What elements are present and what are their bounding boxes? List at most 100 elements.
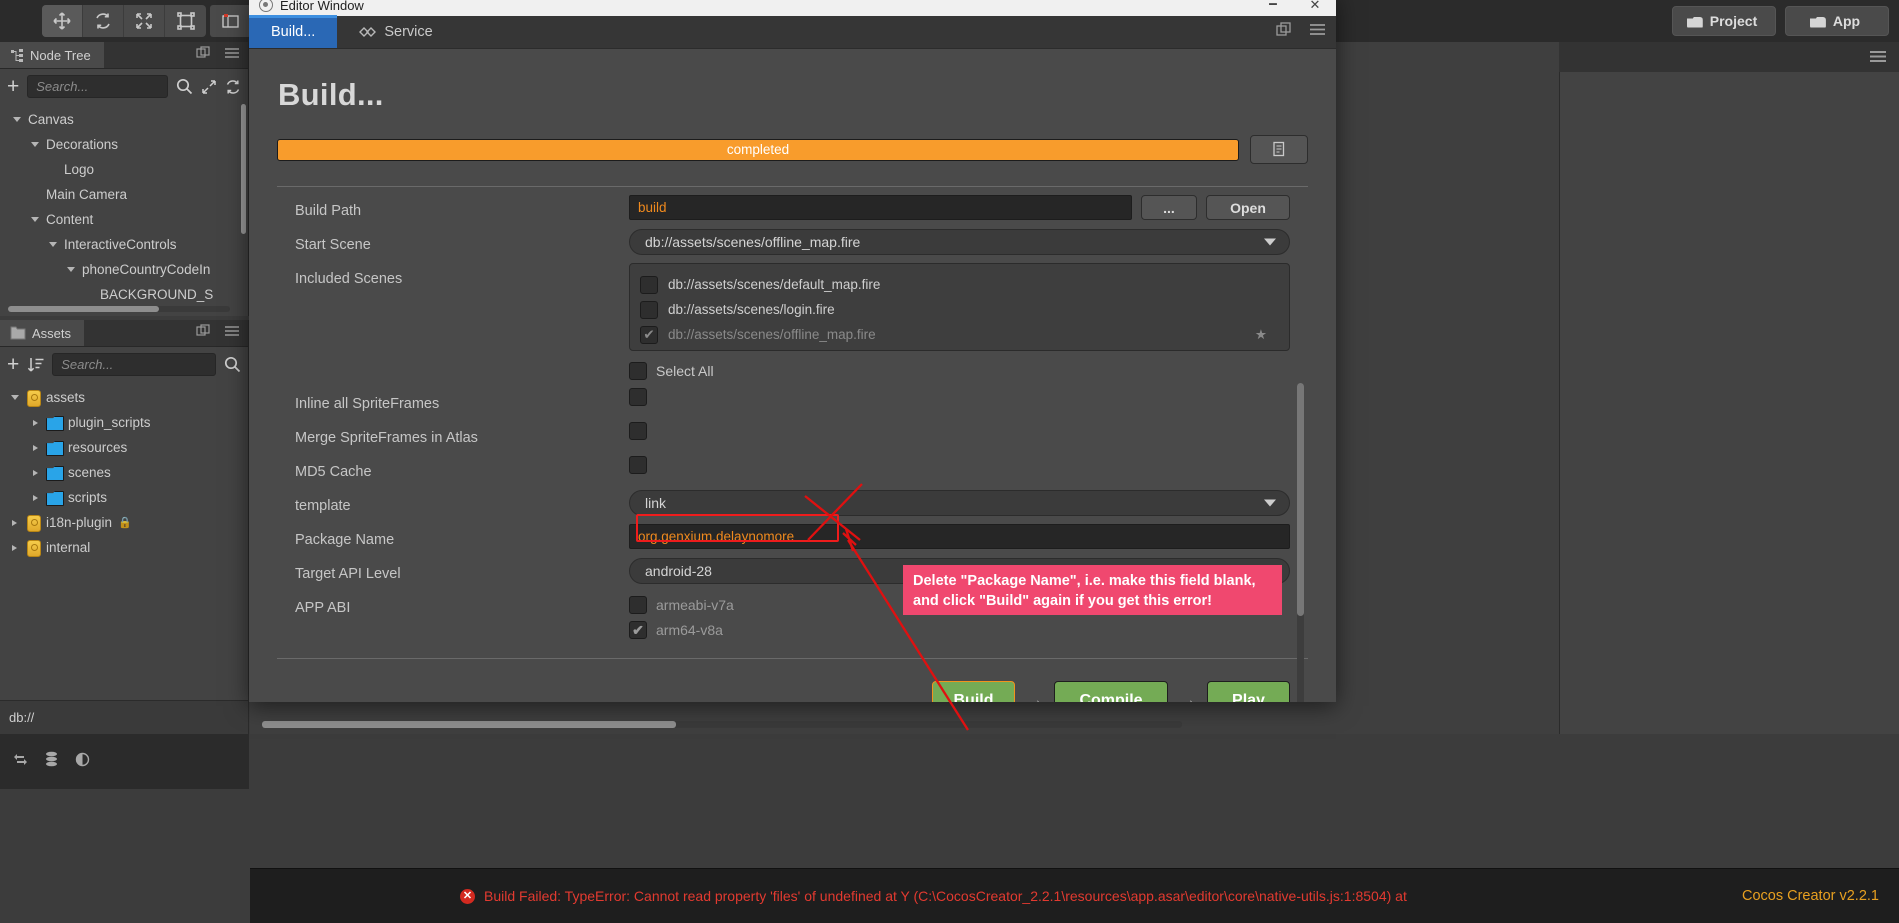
assets-item[interactable]: scripts	[0, 485, 248, 510]
merge-spriteframes-checkbox[interactable]	[629, 422, 647, 440]
node-tree-vertical-scrollbar[interactable]	[241, 104, 246, 234]
build-path-browse-button[interactable]: ...	[1141, 195, 1197, 220]
build-path-input[interactable]: build	[629, 195, 1132, 220]
close-button[interactable]: ✕	[1294, 0, 1336, 16]
node-tree-item[interactable]: Logo	[0, 157, 248, 182]
included-scene-row[interactable]: db://assets/scenes/login.fire	[640, 297, 1279, 322]
expand-icon[interactable]	[201, 79, 217, 95]
hamburger-menu-icon[interactable]	[1869, 49, 1887, 69]
sort-icon[interactable]	[27, 357, 44, 373]
node-tree-item[interactable]: phoneCountryCodeIn	[0, 257, 248, 282]
start-scene-select[interactable]: db://assets/scenes/offline_map.fire	[629, 229, 1290, 255]
assets-item[interactable]: internal	[0, 535, 248, 560]
hamburger-menu-icon[interactable]	[224, 324, 240, 343]
transform-tool-group	[42, 5, 206, 37]
scale-tool-button[interactable]	[124, 5, 165, 37]
rect-transform-tool-button[interactable]	[165, 5, 206, 37]
chevron-down-icon[interactable]	[64, 267, 77, 272]
node-tree-item[interactable]: Canvas	[0, 107, 248, 132]
tab-node-tree[interactable]: Node Tree	[0, 42, 104, 68]
start-scene-star-icon[interactable]: ★	[1255, 327, 1267, 343]
chevron-down-icon[interactable]	[46, 242, 59, 247]
popout-icon[interactable]	[196, 323, 210, 343]
build-path-open-button[interactable]: Open	[1206, 195, 1290, 220]
tab-build[interactable]: Build...	[249, 15, 338, 48]
error-icon: ✕	[460, 888, 475, 904]
select-all-checkbox[interactable]	[629, 361, 647, 380]
node-tree-item[interactable]: Content	[0, 207, 248, 232]
compile-button[interactable]: Compile	[1054, 681, 1168, 702]
assets-item[interactable]: plugin_scripts	[0, 410, 248, 435]
app-abi-option-row[interactable]: ✔ arm64-v8a	[629, 617, 1290, 642]
field-md5-cache: MD5 Cache	[277, 456, 1308, 490]
rotate-tool-button[interactable]	[83, 5, 124, 37]
node-tree-item[interactable]: Decorations	[0, 132, 248, 157]
eye-icon[interactable]	[74, 752, 91, 772]
hamburger-menu-icon[interactable]	[1309, 22, 1326, 42]
tab-service[interactable]: Service	[337, 16, 454, 48]
app-abi-checkbox[interactable]	[629, 595, 647, 614]
node-tree-horizontal-scrollbar[interactable]	[8, 306, 230, 312]
chevron-down-icon[interactable]	[28, 142, 41, 147]
node-tree-item[interactable]: BACKGROUND_S	[0, 282, 248, 307]
tab-assets[interactable]: Assets	[0, 320, 85, 346]
sync-icon[interactable]	[12, 751, 29, 773]
included-scene-checkbox[interactable]	[640, 300, 658, 319]
play-button[interactable]: Play	[1207, 681, 1290, 702]
node-tree-search-input[interactable]: Search...	[27, 75, 168, 98]
assets-item[interactable]: resources	[0, 435, 248, 460]
minimize-button[interactable]: 🗕	[1252, 0, 1294, 16]
included-scene-checkbox[interactable]	[640, 275, 658, 294]
included-scene-checkbox[interactable]: ✔	[640, 325, 658, 344]
included-scenes-label: Included Scenes	[295, 271, 403, 287]
included-scene-path: db://assets/scenes/default_map.fire	[668, 277, 881, 292]
chevron-right-icon[interactable]	[29, 494, 42, 501]
popout-icon[interactable]	[1276, 22, 1291, 42]
add-node-button[interactable]: +	[7, 76, 19, 97]
search-icon[interactable]	[176, 78, 193, 95]
search-icon[interactable]	[224, 356, 241, 373]
app-abi-checkbox[interactable]: ✔	[629, 620, 647, 639]
assets-item-label: plugin_scripts	[68, 415, 151, 430]
refresh-icon[interactable]	[225, 79, 241, 95]
database-icon[interactable]	[44, 751, 59, 773]
node-tree-item[interactable]: InteractiveControls	[0, 232, 248, 257]
chevron-right-icon[interactable]	[8, 544, 21, 551]
node-tree-item[interactable]: Main Camera	[0, 182, 248, 207]
md5-cache-checkbox[interactable]	[629, 456, 647, 474]
chevron-down-icon[interactable]	[28, 217, 41, 222]
assets-search-input[interactable]: Search...	[52, 353, 216, 376]
included-scene-row[interactable]: ✔ db://assets/scenes/offline_map.fire ★	[640, 322, 1279, 347]
assets-item[interactable]: scenes	[0, 460, 248, 485]
add-asset-button[interactable]: +	[7, 354, 19, 375]
chevron-right-icon[interactable]	[8, 519, 21, 526]
target-api-level-select[interactable]: android-28	[629, 558, 1290, 584]
chevron-right-icon[interactable]	[29, 444, 42, 451]
chevron-down-icon[interactable]	[10, 117, 23, 122]
hamburger-menu-icon[interactable]	[224, 46, 240, 65]
assets-item[interactable]: i18n-plugin 🔒	[0, 510, 248, 535]
form-vertical-scrollbar[interactable]	[1297, 383, 1304, 702]
build-button[interactable]: Build	[932, 681, 1015, 702]
popout-icon[interactable]	[196, 45, 210, 65]
project-button[interactable]: Project	[1672, 6, 1776, 36]
field-build-path: Build Path build ... Open	[277, 195, 1308, 229]
chevron-right-icon[interactable]	[29, 419, 42, 426]
package-name-input[interactable]: org.genxium.delaynomore	[629, 524, 1290, 549]
select-all-row[interactable]: Select All	[629, 358, 1290, 383]
viewport-horizontal-scrollbar[interactable]	[262, 721, 1182, 728]
app-button[interactable]: App	[1785, 6, 1889, 36]
template-value: link	[645, 495, 667, 511]
open-build-folder-button[interactable]	[1250, 135, 1308, 164]
chevron-right-icon[interactable]	[29, 469, 42, 476]
chevron-down-icon[interactable]	[8, 395, 21, 400]
included-scene-row[interactable]: db://assets/scenes/default_map.fire	[640, 272, 1279, 297]
assets-folder-icon	[10, 326, 26, 340]
template-select[interactable]: link	[629, 490, 1290, 516]
app-abi-option-row[interactable]: armeabi-v7a	[629, 592, 1290, 617]
inline-spriteframes-checkbox[interactable]	[629, 388, 647, 406]
assets-item[interactable]: assets	[0, 385, 248, 410]
window-titlebar[interactable]: Editor Window 🗕 ✕	[249, 0, 1336, 16]
layout-button[interactable]	[210, 5, 251, 37]
move-tool-button[interactable]	[42, 5, 83, 37]
